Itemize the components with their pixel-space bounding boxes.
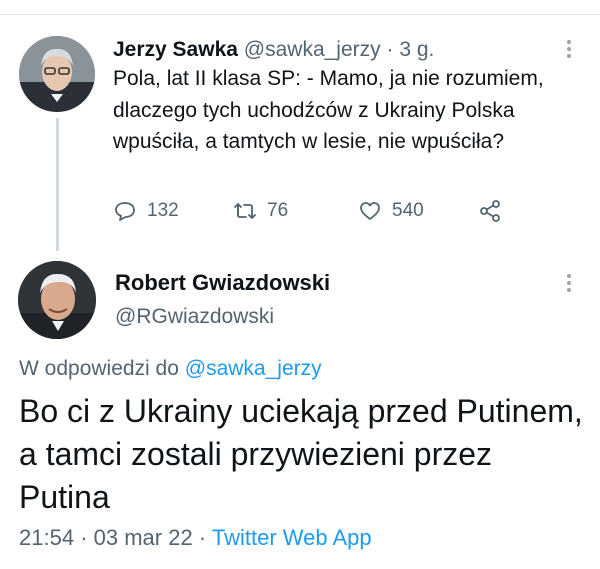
reply-tweet-text: Bo ci z Ukrainy uciekają przed Putinem, … <box>19 393 583 515</box>
share-button[interactable] <box>478 199 502 223</box>
like-count: 540 <box>392 200 424 221</box>
reply-count: 132 <box>147 200 179 221</box>
parent-tweet-text: Pola, lat II klasa SP: - Mamo, ja nie ro… <box>113 67 544 153</box>
replying-to-mention[interactable]: @sawka_jerzy <box>185 357 322 380</box>
more-options-icon[interactable] <box>566 274 572 294</box>
top-divider <box>0 14 600 15</box>
parent-tweet-header: Jerzy Sawka @sawka_jerzy · 3 g. <box>113 38 434 62</box>
more-options-icon[interactable] <box>566 40 572 60</box>
tweet-date[interactable]: 03 mar 22 <box>94 525 193 550</box>
heart-icon <box>360 202 380 220</box>
author-name[interactable]: Jerzy Sawka <box>113 38 238 61</box>
share-icon <box>480 200 500 222</box>
author-handle[interactable]: @sawka_jerzy <box>244 38 381 61</box>
replying-to-label: W odpowiedzi do <box>19 357 179 380</box>
avatar-jerzy-sawka[interactable] <box>19 36 95 112</box>
like-button[interactable]: 540 <box>358 199 424 223</box>
tweet-source-link[interactable]: Twitter Web App <box>212 525 372 550</box>
avatar-robert-gwiazdowski[interactable] <box>18 261 96 339</box>
thread-connector-line <box>56 118 59 251</box>
tweet-time[interactable]: 3 g. <box>399 38 434 61</box>
retweet-count: 76 <box>267 200 289 221</box>
reply-button[interactable]: 132 <box>113 199 179 223</box>
reply-author-name[interactable]: Robert Gwiazdowski <box>115 270 330 296</box>
reply-icon <box>115 202 135 221</box>
retweet-icon <box>234 203 256 219</box>
tweet-time[interactable]: 21:54 <box>19 525 74 550</box>
tweet-meta: 21:54 · 03 mar 22 · Twitter Web App <box>19 525 372 551</box>
reply-author-handle[interactable]: @RGwiazdowski <box>115 305 274 329</box>
meta-separator: · <box>80 525 88 550</box>
header-separator: · <box>386 38 394 61</box>
retweet-button[interactable]: 76 <box>233 199 288 223</box>
meta-separator: · <box>198 525 207 550</box>
replying-to-line: W odpowiedzi do @sawka_jerzy <box>19 357 322 381</box>
